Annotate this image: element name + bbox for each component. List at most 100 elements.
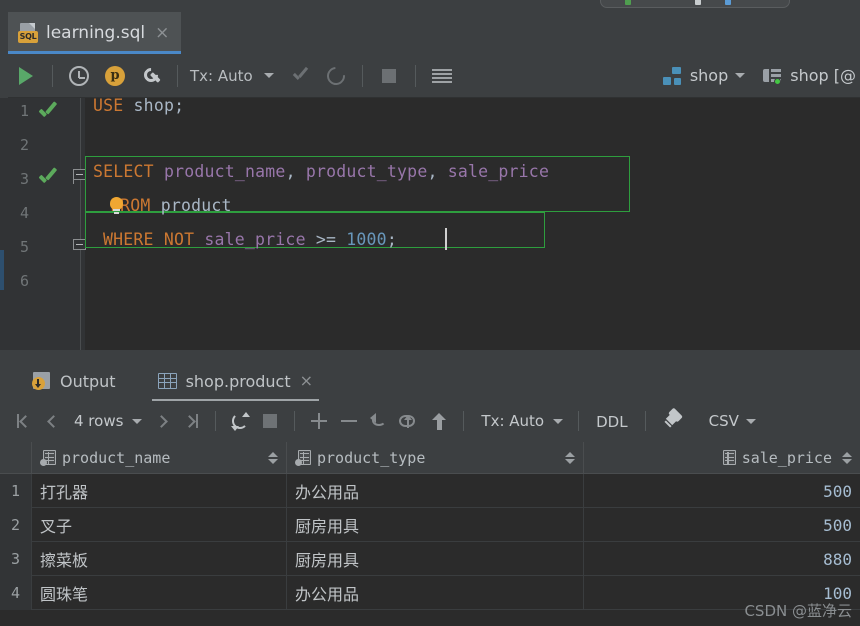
rollback-button[interactable]	[318, 61, 354, 91]
commit-button[interactable]	[282, 61, 318, 91]
tx-mode-dropdown[interactable]: Tx: Auto	[186, 67, 274, 85]
connection-selector[interactable]: shop [@	[763, 66, 856, 85]
column-header-product-name[interactable]: product_name	[32, 442, 287, 474]
pin-icon	[663, 407, 683, 431]
datagrip-window: SQL learning.sql × p Tx: Auto shop shop …	[0, 0, 860, 626]
rows-count-label: 4 rows	[74, 412, 124, 430]
cell-sale-price[interactable]: 880	[584, 542, 860, 576]
cell-product-type[interactable]: 办公用品	[287, 474, 584, 508]
profile-button[interactable]: p	[97, 61, 133, 91]
fold-rail	[80, 98, 81, 350]
tab-shop-product[interactable]: shop.product ×	[148, 362, 323, 401]
editor-tab-learning-sql[interactable]: SQL learning.sql ×	[8, 12, 182, 54]
cell-sale-price[interactable]: 500	[584, 474, 860, 508]
csv-label: CSV	[708, 412, 739, 430]
remove-row-icon	[341, 420, 358, 422]
rows-count-dropdown[interactable]: 4 rows	[68, 412, 146, 430]
code-text-area[interactable]: USE shop; SELECT product_name, product_t…	[85, 96, 860, 350]
revert-button[interactable]	[364, 406, 394, 436]
cell-product-name[interactable]: 擦菜板	[32, 542, 287, 576]
view-query-icon	[399, 413, 419, 430]
stop-icon	[263, 414, 278, 428]
tab-output-label: Output	[60, 371, 116, 391]
next-page-icon	[155, 414, 168, 428]
refresh-icon	[230, 411, 250, 431]
cell-product-type[interactable]: 办公用品	[287, 576, 584, 610]
connection-label: shop [@	[790, 66, 856, 85]
run-icon	[19, 66, 33, 85]
sort-arrows-icon[interactable]	[565, 451, 575, 465]
last-page-button[interactable]	[176, 406, 206, 436]
table-row[interactable]: 1 打孔器 办公用品 500	[0, 474, 860, 508]
row-number: 4	[0, 576, 32, 610]
column-header-sale-price[interactable]: sale_price	[584, 442, 860, 474]
column-header-label: product_type	[317, 449, 426, 467]
tab-output[interactable]: Output	[22, 362, 126, 400]
line-number: 4	[19, 204, 29, 222]
results-tab-bar: Output shop.product ×	[0, 362, 860, 401]
refresh-button[interactable]	[225, 406, 255, 436]
editor-gutter[interactable]: 1 2 3 4 5 6	[0, 98, 86, 350]
grid-corner-cell[interactable]	[0, 442, 32, 474]
run-button[interactable]	[8, 61, 44, 91]
sort-arrows-icon[interactable]	[842, 451, 852, 465]
cell-product-type[interactable]: 厨房用具	[287, 508, 584, 542]
close-icon[interactable]: ×	[153, 24, 171, 42]
cell-product-name[interactable]: 叉子	[32, 508, 287, 542]
rollback-icon	[323, 62, 349, 89]
sort-arrows-icon[interactable]	[268, 451, 278, 465]
code-line-3: SELECT product_name, product_type, sale_…	[93, 162, 550, 181]
pin-button[interactable]	[655, 406, 691, 436]
add-row-button[interactable]	[304, 406, 334, 436]
divider	[414, 64, 416, 87]
ddl-button[interactable]: DDL	[588, 412, 635, 431]
divider	[644, 411, 646, 431]
export-format-dropdown[interactable]: CSV	[709, 412, 756, 430]
data-grid-button[interactable]	[424, 61, 460, 91]
settings-button[interactable]	[133, 61, 169, 91]
first-page-button[interactable]	[8, 406, 38, 436]
table-row[interactable]: 2 叉子 厨房用具 500	[0, 508, 860, 542]
stop-results-button[interactable]	[255, 406, 285, 436]
history-button[interactable]	[61, 61, 97, 91]
stop-button[interactable]	[371, 61, 407, 91]
next-page-button[interactable]	[146, 406, 176, 436]
results-tx-dropdown[interactable]: Tx: Auto	[473, 412, 569, 430]
code-editor[interactable]: 1 2 3 4 5 6 USE shop; SELECT product_nam…	[0, 96, 860, 350]
remove-row-button[interactable]	[334, 406, 364, 436]
table-row[interactable]: 3 擦菜板 厨房用具 880	[0, 542, 860, 576]
schema-selector[interactable]: shop	[662, 66, 746, 85]
close-icon[interactable]: ×	[300, 373, 313, 389]
cell-product-name[interactable]: 圆珠笔	[32, 576, 287, 610]
divider	[177, 64, 178, 87]
divider	[463, 411, 465, 431]
popup-extra-dot-icon	[725, 0, 731, 5]
cell-sale-price[interactable]: 500	[584, 508, 860, 542]
prev-page-button[interactable]	[38, 406, 68, 436]
editor-toolbar: p Tx: Auto shop shop [@	[8, 54, 860, 98]
cell-product-name[interactable]: 打孔器	[32, 474, 287, 508]
sql-file-icon-tag: SQL	[18, 31, 38, 43]
chevron-down-icon	[132, 418, 143, 424]
table-icon	[157, 373, 177, 389]
line-number: 3	[19, 170, 29, 188]
editor-tab-bar: SQL learning.sql ×	[0, 12, 860, 54]
number-column-type-icon	[720, 450, 736, 466]
chevron-down-icon	[735, 73, 746, 78]
text-column-type-icon	[40, 450, 56, 466]
data-grid[interactable]: product_name product_type sale_price 1 打…	[0, 442, 860, 626]
line-number: 6	[19, 272, 29, 290]
commit-check-icon	[292, 68, 308, 84]
submit-icon	[431, 412, 447, 430]
table-row[interactable]: 4 圆珠笔 办公用品 100	[0, 576, 860, 610]
chevron-down-icon	[553, 418, 564, 424]
submit-button[interactable]	[424, 406, 454, 436]
floating-toolbar-popup[interactable]	[600, 0, 790, 8]
view-query-button[interactable]	[394, 406, 424, 436]
column-header-product-type[interactable]: product_type	[287, 442, 584, 474]
divider	[578, 411, 580, 431]
editor-tab-label: learning.sql	[46, 23, 146, 43]
intention-bulb-icon[interactable]	[109, 197, 125, 215]
schema-label: shop	[689, 66, 729, 85]
cell-product-type[interactable]: 厨房用具	[287, 542, 584, 576]
